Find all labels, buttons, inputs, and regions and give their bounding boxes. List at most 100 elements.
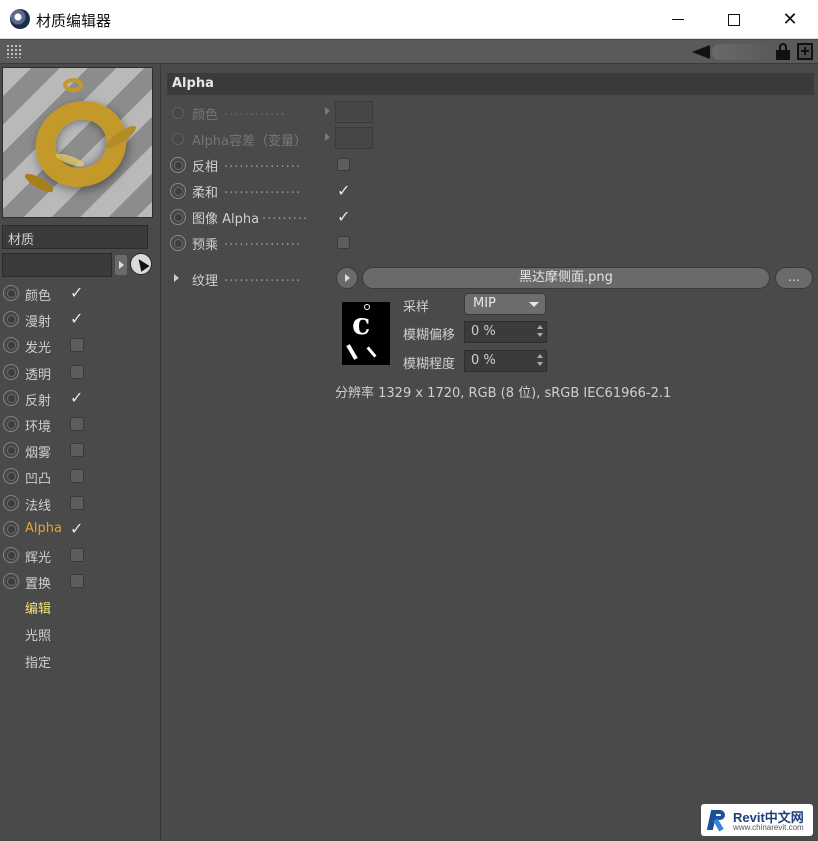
channel-checkbox[interactable]: ✓ xyxy=(70,285,84,301)
title-bar: 材质编辑器 ✕ xyxy=(0,0,818,39)
channel-item[interactable]: 凹凸 xyxy=(0,463,160,489)
minimize-button[interactable] xyxy=(650,0,706,39)
channel-label[interactable]: 置换 xyxy=(25,573,51,592)
nav-forward-area xyxy=(712,44,772,60)
lock-icon[interactable] xyxy=(776,43,790,60)
channel-radio[interactable] xyxy=(3,389,19,406)
close-button[interactable]: ✕ xyxy=(762,0,818,39)
channel-radio[interactable] xyxy=(3,573,19,590)
animate-radio[interactable] xyxy=(172,107,184,119)
channel-radio[interactable] xyxy=(3,363,19,380)
channel-item[interactable]: Alpha ✓ xyxy=(0,516,160,542)
channel-item[interactable]: 环境 xyxy=(0,411,160,437)
channel-checkbox[interactable] xyxy=(70,574,84,589)
property-checkbox[interactable]: ✓ xyxy=(337,209,350,225)
channel-radio[interactable] xyxy=(3,337,19,354)
alpha-property-row: 颜色............ xyxy=(162,101,812,125)
channel-checkbox[interactable] xyxy=(70,443,84,458)
texture-file-button[interactable]: 黑达摩侧面.png xyxy=(362,267,770,289)
spinner-arrows-icon[interactable] xyxy=(537,354,543,368)
channel-label[interactable]: 凹凸 xyxy=(25,468,51,487)
channel-checkbox[interactable]: ✓ xyxy=(70,520,84,536)
channel-label[interactable]: 法线 xyxy=(25,495,51,514)
channel-radio[interactable] xyxy=(3,520,19,537)
texture-row: 纹理 ............... 黑达摩侧面.png ... xyxy=(162,267,813,291)
property-checkbox[interactable] xyxy=(337,158,350,171)
property-swatch[interactable] xyxy=(335,127,373,149)
channel-radio[interactable] xyxy=(3,468,19,485)
grip-icon[interactable] xyxy=(6,44,22,58)
expand-arrow-icon[interactable] xyxy=(325,107,330,115)
property-swatch[interactable] xyxy=(335,101,373,123)
animate-radio[interactable] xyxy=(170,183,186,199)
property-checkbox[interactable] xyxy=(337,236,350,249)
channel-checkbox[interactable] xyxy=(70,364,84,379)
channel-search-input[interactable] xyxy=(2,253,112,277)
material-name-field[interactable]: 材质 xyxy=(2,225,148,249)
search-arrow-button[interactable] xyxy=(115,255,127,275)
animate-radio[interactable] xyxy=(172,133,184,145)
channel-label[interactable]: 烟雾 xyxy=(25,442,51,461)
channel-radio[interactable] xyxy=(3,442,19,459)
channel-checkbox[interactable] xyxy=(70,495,84,510)
channel-label[interactable]: 辉光 xyxy=(25,547,51,566)
spinner-arrows-icon[interactable] xyxy=(537,325,543,339)
texture-browse-button[interactable]: ... xyxy=(775,267,813,289)
channel-radio[interactable] xyxy=(3,546,19,563)
channel-radio[interactable] xyxy=(3,494,19,511)
animate-radio[interactable] xyxy=(170,235,186,251)
minimize-icon xyxy=(672,19,684,20)
pick-cursor-button[interactable] xyxy=(130,253,152,275)
material-preview[interactable] xyxy=(2,67,153,218)
channel-radio[interactable] xyxy=(3,311,19,328)
blur-offset-field[interactable]: 0 % xyxy=(464,321,547,343)
channel-label[interactable]: 反射 xyxy=(25,390,51,409)
channel-item[interactable]: 辉光 xyxy=(0,542,160,568)
channel-item[interactable]: 发光 xyxy=(0,332,160,358)
alpha-property-row: Alpha容差（变量） xyxy=(162,127,812,151)
new-window-icon[interactable] xyxy=(797,43,813,60)
texture-menu-button[interactable] xyxy=(336,267,358,289)
channel-label[interactable]: 漫射 xyxy=(25,311,51,330)
channel-item[interactable]: 置换 xyxy=(0,568,160,594)
maximize-icon xyxy=(728,13,740,26)
animate-radio[interactable] xyxy=(170,209,186,225)
channel-item[interactable]: 漫射 ✓ xyxy=(0,306,160,332)
property-checkbox[interactable]: ✓ xyxy=(337,183,350,199)
property-label: 图像 Alpha xyxy=(192,212,260,227)
expand-arrow-icon[interactable] xyxy=(174,274,179,282)
maximize-button[interactable] xyxy=(706,0,762,39)
channel-checkbox[interactable]: ✓ xyxy=(70,389,84,405)
channel-radio[interactable] xyxy=(3,415,19,432)
channel-item[interactable]: 颜色 ✓ xyxy=(0,280,160,306)
channel-checkbox[interactable] xyxy=(70,338,84,353)
channel-checkbox[interactable] xyxy=(70,469,84,484)
channel-label[interactable]: Alpha xyxy=(25,521,62,536)
channel-checkbox[interactable] xyxy=(70,416,84,431)
property-dots: ............... xyxy=(224,234,301,249)
channel-radio[interactable] xyxy=(3,285,19,301)
animate-radio[interactable] xyxy=(170,157,186,173)
channel-label[interactable]: 环境 xyxy=(25,416,51,435)
channel-label[interactable]: 颜色 xyxy=(25,285,51,304)
nav-back-icon[interactable] xyxy=(692,45,710,59)
menu-link[interactable]: 编辑 xyxy=(25,598,51,617)
revit-logo-icon xyxy=(706,808,727,832)
menu-link[interactable]: 指定 xyxy=(25,652,51,671)
channel-item[interactable]: 反射 ✓ xyxy=(0,385,160,411)
close-icon: ✕ xyxy=(782,8,798,30)
expand-arrow-icon[interactable] xyxy=(325,133,330,141)
property-dots: ......... xyxy=(262,208,309,223)
channel-checkbox[interactable] xyxy=(70,547,84,562)
blur-scale-label: 模糊程度 xyxy=(403,357,456,372)
channel-checkbox[interactable]: ✓ xyxy=(70,311,84,327)
sampling-select[interactable]: MIP xyxy=(464,293,546,315)
blur-scale-field[interactable]: 0 % xyxy=(464,350,547,372)
property-dots: ............ xyxy=(224,104,286,119)
channel-label[interactable]: 透明 xyxy=(25,364,51,383)
menu-link[interactable]: 光照 xyxy=(25,625,51,644)
channel-label[interactable]: 发光 xyxy=(25,337,51,356)
channel-item[interactable]: 透明 xyxy=(0,359,160,385)
channel-item[interactable]: 烟雾 xyxy=(0,437,160,463)
channel-item[interactable]: 法线 xyxy=(0,490,160,516)
